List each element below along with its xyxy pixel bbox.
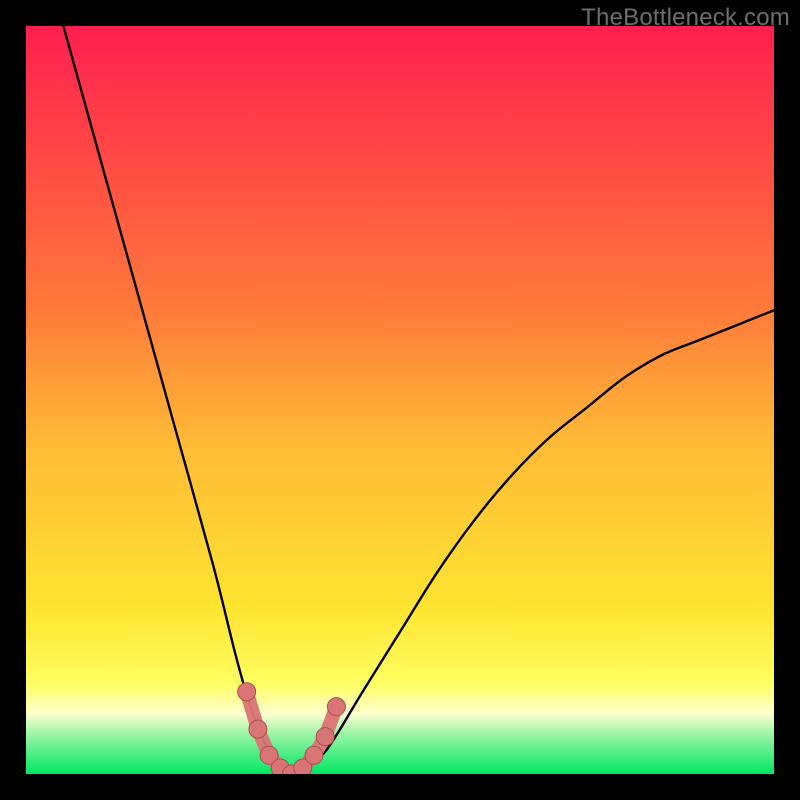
marker-point <box>238 683 256 701</box>
marker-point <box>316 728 334 746</box>
outer-black-frame: TheBottleneck.com <box>0 0 800 800</box>
marker-point <box>249 720 267 738</box>
marker-point <box>327 698 345 716</box>
chart-svg <box>26 26 774 774</box>
gradient-background <box>26 26 774 774</box>
marker-point <box>305 746 323 764</box>
watermark-text: TheBottleneck.com <box>581 4 790 32</box>
plot-area <box>26 26 774 774</box>
